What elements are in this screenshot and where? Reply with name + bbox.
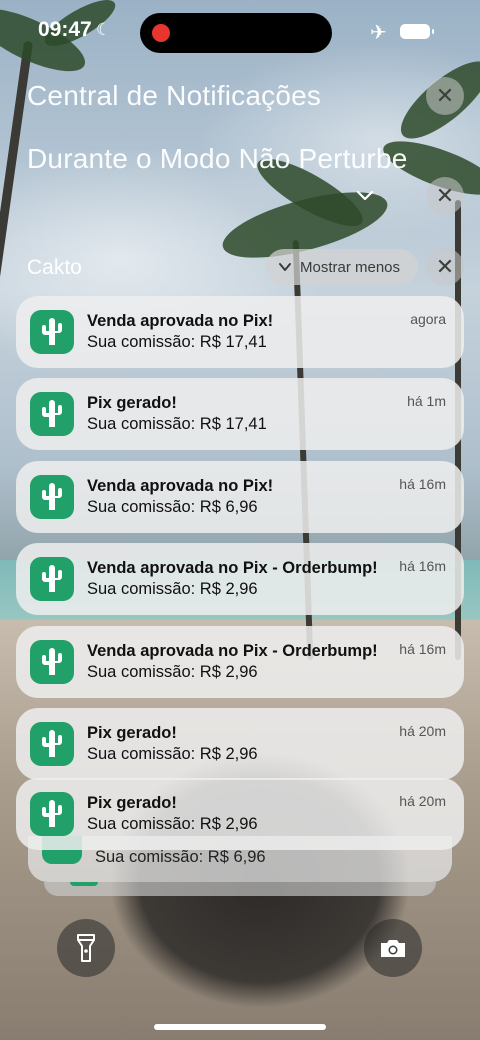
notification-title: Pix gerado! <box>87 724 177 742</box>
airplane-icon: ✈ <box>370 22 387 44</box>
notification-time: agora <box>410 311 446 327</box>
flashlight-icon <box>77 934 95 962</box>
show-less-label: Mostrar menos <box>300 258 401 276</box>
camera-icon <box>381 940 405 957</box>
flashlight-button[interactable] <box>57 919 115 977</box>
moon-icon: ☾ <box>96 20 112 39</box>
notification-time: há 16m <box>399 641 446 657</box>
notification-time: há 16m <box>399 476 446 492</box>
notification-title: Pix gerado! <box>87 794 177 812</box>
notification-body: Sua comissão: R$ 2,96 <box>87 745 258 763</box>
cactus-icon <box>30 310 74 354</box>
close-icon[interactable]: ✕ <box>426 248 464 286</box>
focus-mode-label: Durante o Modo Não Perturbe <box>27 143 408 174</box>
notification-card[interactable]: Venda aprovada no Pix! Sua comissão: R$ 1… <box>16 296 464 368</box>
notification-card[interactable]: Pix gerado! Sua comissão: R$ 2,96 há 20m <box>16 778 464 850</box>
notification-time: há 1m <box>407 393 446 409</box>
camera-button[interactable] <box>364 919 422 977</box>
notification-time: há 20m <box>399 793 446 809</box>
cactus-icon <box>30 792 74 836</box>
notification-body: Sua comissão: R$ 6,96 <box>95 848 266 866</box>
chevron-down-icon <box>279 263 291 271</box>
cactus-icon <box>30 640 74 684</box>
notification-title: Venda aprovada no Pix! <box>87 477 274 495</box>
notification-center-title: Central de Notificações <box>27 80 322 111</box>
notification-card[interactable]: Venda aprovada no Pix! Sua comissão: R$ 6… <box>16 461 464 533</box>
cactus-icon <box>70 882 98 886</box>
notification-title: Venda aprovada no Pix! <box>87 312 274 330</box>
notification-body: Sua comissão: R$ 2,96 <box>87 580 258 598</box>
notification-body: Sua comissão: R$ 17,41 <box>87 415 267 433</box>
show-less-button[interactable]: Mostrar menos <box>266 249 418 285</box>
notification-body: Sua comissão: R$ 2,96 <box>87 815 258 833</box>
chevron-down-icon[interactable] <box>356 186 374 204</box>
notification-time: há 20m <box>399 723 446 739</box>
status-time: 09:47 <box>38 18 92 41</box>
notification-card[interactable]: Pix gerado! Sua comissão: R$ 2,96 há 20m <box>16 708 464 780</box>
cactus-icon <box>30 475 74 519</box>
notification-title: Pix gerado! <box>87 394 177 412</box>
notification-title: Venda aprovada no Pix - Orderbump! <box>87 559 378 577</box>
notification-card[interactable]: Pix gerado! Sua comissão: R$ 17,41 há 1m <box>16 378 464 450</box>
notification-card[interactable]: Venda aprovada no Pix - Orderbump! Sua co… <box>16 543 464 615</box>
close-icon[interactable]: ✕ <box>426 77 464 115</box>
notification-body: Sua comissão: R$ 6,96 <box>87 498 258 516</box>
notification-body: Sua comissão: R$ 17,41 <box>87 333 267 351</box>
notification-time: há 16m <box>399 558 446 574</box>
cactus-icon <box>30 557 74 601</box>
dynamic-island <box>140 13 332 53</box>
notification-body: Sua comissão: R$ 2,96 <box>87 663 258 681</box>
battery-icon <box>400 24 434 39</box>
cactus-icon <box>30 722 74 766</box>
stacked-notification-edge <box>44 882 436 896</box>
recording-indicator <box>152 24 170 42</box>
home-indicator[interactable] <box>154 1024 326 1030</box>
cactus-icon <box>30 392 74 436</box>
group-app-name: Cakto <box>27 256 82 279</box>
close-icon[interactable]: ✕ <box>426 177 464 215</box>
notification-title: Venda aprovada no Pix - Orderbump! <box>87 642 378 660</box>
notification-card[interactable]: Venda aprovada no Pix - Orderbump! Sua co… <box>16 626 464 698</box>
